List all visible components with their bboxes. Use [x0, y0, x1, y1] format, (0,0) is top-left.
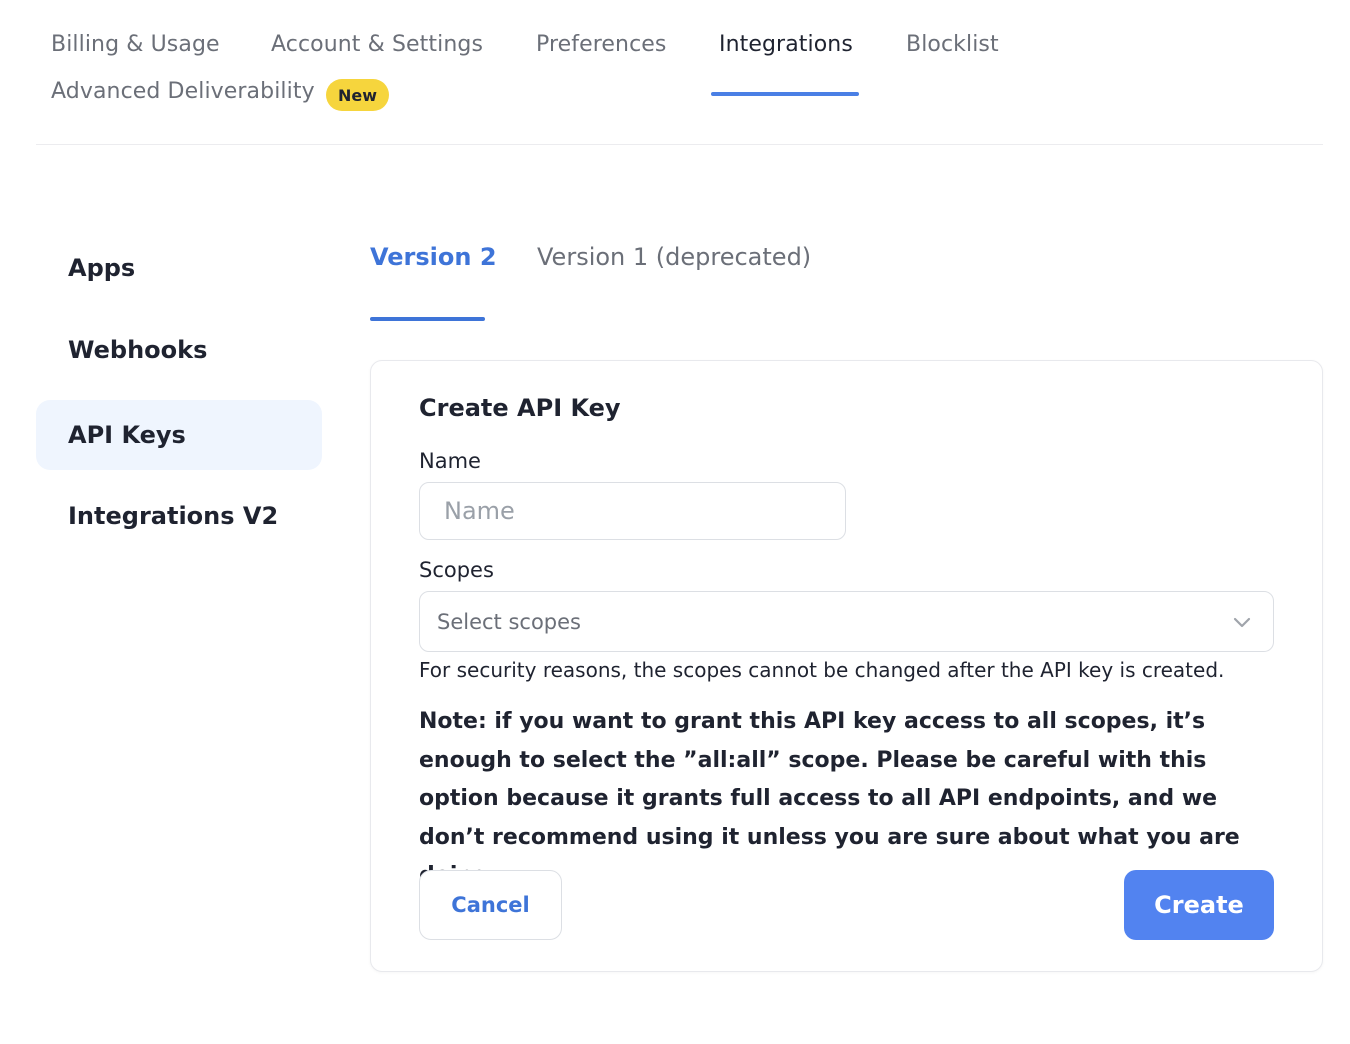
tab-preferences[interactable]: Preferences [536, 32, 667, 57]
active-tab-indicator [711, 92, 859, 96]
sidebar-item-api-keys[interactable]: API Keys [36, 400, 322, 470]
header-divider [36, 144, 1323, 145]
sidebar-item-label: Webhooks [68, 336, 208, 364]
tab-blocklist[interactable]: Blocklist [906, 32, 999, 57]
tab-version-2[interactable]: Version 2 [370, 243, 497, 271]
scopes-select[interactable]: Select scopes [419, 591, 1274, 652]
sidebar-item-webhooks[interactable]: Webhooks [36, 315, 322, 385]
scopes-placeholder: Select scopes [437, 609, 581, 634]
card-title: Create API Key [419, 394, 621, 422]
scopes-note: Note: if you want to grant this API key … [419, 709, 1240, 888]
chevron-down-icon [1233, 617, 1251, 628]
sidebar-item-integrations-v2[interactable]: Integrations V2 [36, 481, 322, 551]
sidebar-item-label: Integrations V2 [68, 502, 279, 530]
name-label: Name [419, 449, 481, 473]
version-tab-indicator [370, 317, 485, 321]
tab-account-settings[interactable]: Account & Settings [271, 32, 483, 57]
tab-integrations[interactable]: Integrations [719, 32, 853, 57]
create-button[interactable]: Create [1124, 870, 1274, 940]
scopes-helper-text: For security reasons, the scopes cannot … [419, 658, 1225, 682]
name-input[interactable] [419, 482, 846, 540]
tab-advanced-deliverability[interactable]: Advanced Deliverability [51, 79, 315, 104]
sidebar-item-label: API Keys [68, 421, 186, 449]
tab-version-1-deprecated[interactable]: Version 1 (deprecated) [537, 243, 811, 271]
sidebar-item-apps[interactable]: Apps [36, 233, 322, 303]
new-badge: New [326, 79, 389, 111]
scopes-label: Scopes [419, 558, 494, 582]
sidebar-item-label: Apps [68, 254, 136, 282]
cancel-button[interactable]: Cancel [419, 870, 562, 940]
tab-billing-usage[interactable]: Billing & Usage [51, 32, 220, 57]
